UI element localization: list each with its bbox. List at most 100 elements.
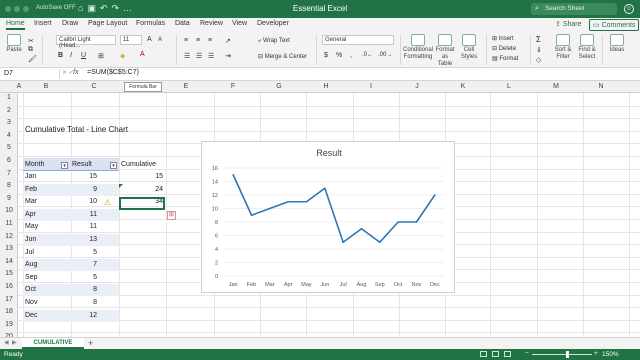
format-painter-icon[interactable]: 🖌	[28, 55, 37, 63]
column-header-g[interactable]: G	[273, 83, 285, 90]
borders-icon[interactable]: ⊞	[98, 52, 104, 60]
filter-dropdown-icon[interactable]: ▾	[110, 162, 117, 169]
percent-button[interactable]: %	[336, 52, 342, 59]
month-cell[interactable]: May	[25, 221, 38, 233]
insert-cells-button[interactable]: ⊞ Insert	[492, 35, 514, 42]
result-cell[interactable]: 5	[70, 247, 97, 259]
month-cell[interactable]: Nov	[25, 297, 37, 309]
warning-icon[interactable]: ⚠	[104, 198, 111, 207]
tab-developer[interactable]: Developer	[257, 20, 289, 27]
merge-center-button[interactable]: ⊟ Merge & Center	[258, 53, 307, 60]
row-header[interactable]: 10	[0, 207, 18, 214]
zoom-level[interactable]: 150%	[602, 351, 619, 358]
month-cell[interactable]: Dec	[25, 310, 37, 322]
column-header-j[interactable]: J	[411, 83, 423, 90]
row-header[interactable]: 6	[0, 157, 18, 164]
month-cell[interactable]: Sep	[25, 272, 37, 284]
month-cell[interactable]: Jun	[25, 234, 36, 246]
result-cell[interactable]: 8	[70, 297, 97, 309]
fill-icon[interactable]: ⇓	[536, 46, 542, 54]
row-header[interactable]: 17	[0, 296, 18, 303]
row-header[interactable]: 8	[0, 182, 18, 189]
decrease-font-icon[interactable]: A	[158, 37, 162, 43]
month-cell[interactable]: Jul	[25, 247, 34, 259]
next-sheet-icon[interactable]: ▶	[12, 339, 17, 346]
row-header[interactable]: 11	[0, 220, 18, 227]
share-button[interactable]: ⇪ Share	[555, 20, 582, 28]
paste-button[interactable]: Paste	[4, 34, 24, 54]
row-header[interactable]: 5	[0, 144, 18, 151]
wrap-text-button[interactable]: ⤶ Wrap Text	[258, 38, 290, 45]
column-header-b[interactable]: B	[40, 83, 52, 90]
copy-icon[interactable]: ⧉	[28, 46, 33, 54]
result-cell[interactable]: 10	[70, 196, 97, 208]
column-header-a[interactable]: A	[13, 83, 25, 90]
result-cell[interactable]: 7	[70, 259, 97, 271]
clear-icon[interactable]: ◇	[536, 56, 541, 64]
row-header[interactable]: 1	[0, 94, 18, 101]
result-cell[interactable]: 15	[70, 171, 97, 183]
tab-data[interactable]: Data	[175, 20, 190, 27]
result-cell[interactable]: 11	[70, 221, 97, 233]
cancel-confirm-icons[interactable]: ✕ ✓	[62, 69, 74, 76]
row-header[interactable]: 4	[0, 132, 18, 139]
sort-filter-button[interactable]: Sort & Filter	[552, 34, 574, 61]
column-header-c[interactable]: C	[88, 83, 100, 90]
format-cells-button[interactable]: ▤ Format	[492, 55, 518, 62]
tab-insert[interactable]: Insert	[34, 20, 52, 27]
column-header-l[interactable]: L	[503, 83, 515, 90]
column-header-e[interactable]: E	[180, 83, 192, 90]
tab-formulas[interactable]: Formulas	[136, 20, 165, 27]
header-month[interactable]: Month	[25, 159, 44, 171]
tab-draw[interactable]: Draw	[62, 20, 78, 27]
zoom-in-button[interactable]: +	[594, 350, 598, 357]
orientation-icon[interactable]: ↗	[225, 37, 231, 45]
result-cell[interactable]: 8	[70, 284, 97, 296]
conditional-formatting-button[interactable]: Conditional Formatting	[403, 34, 433, 61]
add-sheet-button[interactable]: +	[88, 338, 93, 348]
align-middle-icon[interactable]: ≡	[196, 37, 200, 44]
font-size-select[interactable]: 11	[120, 35, 142, 45]
result-cell[interactable]: 11	[70, 209, 97, 221]
column-header-m[interactable]: M	[550, 83, 562, 90]
increase-decimal-icon[interactable]: .0←	[362, 52, 373, 58]
result-cell[interactable]: 13	[70, 234, 97, 246]
bold-button[interactable]: B	[58, 52, 63, 59]
find-select-button[interactable]: Find & Select	[576, 34, 598, 61]
currency-button[interactable]: $	[324, 52, 328, 59]
normal-view-icon[interactable]	[480, 351, 487, 357]
result-cell[interactable]: 5	[70, 272, 97, 284]
row-header[interactable]: 9	[0, 195, 18, 202]
tab-review[interactable]: Review	[200, 20, 223, 27]
month-cell[interactable]: Apr	[25, 209, 36, 221]
month-cell[interactable]: Jan	[25, 171, 36, 183]
sheet-tab-cumulative[interactable]: CUMULATIVE	[22, 338, 84, 349]
paste-options-icon[interactable]: ⊞	[167, 211, 176, 220]
tab-view[interactable]: View	[232, 20, 247, 27]
tab-page-layout[interactable]: Page Layout	[88, 20, 127, 27]
row-header[interactable]: 7	[0, 170, 18, 177]
prev-sheet-icon[interactable]: ◀	[4, 339, 9, 346]
name-box[interactable]: D7	[2, 69, 60, 79]
formula-input[interactable]: =SUM($C$5:C7)	[87, 69, 139, 76]
zoom-slider[interactable]	[532, 354, 592, 355]
result-cell[interactable]: 12	[70, 310, 97, 322]
search-sheet-input[interactable]: ⌕ Search Sheet	[531, 3, 617, 15]
page-layout-view-icon[interactable]	[492, 351, 499, 357]
zoom-slider-handle[interactable]	[566, 351, 569, 358]
number-format-select[interactable]: General	[322, 35, 394, 45]
column-header-n[interactable]: N	[595, 83, 607, 90]
cumulative-cell[interactable]: 24	[121, 184, 163, 196]
indent-icon[interactable]: ⇥	[225, 52, 231, 60]
ideas-button[interactable]: Ideas	[606, 34, 628, 54]
month-cell[interactable]: Mar	[25, 196, 37, 208]
align-left-icon[interactable]: ☰	[184, 52, 190, 60]
autosum-button[interactable]: Σ	[536, 35, 541, 44]
fill-color-icon[interactable]: ◈	[120, 52, 125, 60]
comments-button[interactable]: ▭ Comments	[589, 19, 640, 31]
tab-home[interactable]: Home	[6, 20, 25, 30]
cut-icon[interactable]: ✂	[28, 37, 34, 45]
filter-dropdown-icon[interactable]: ▾	[61, 162, 68, 169]
column-header-f[interactable]: F	[227, 83, 239, 90]
row-header[interactable]: 19	[0, 321, 18, 328]
